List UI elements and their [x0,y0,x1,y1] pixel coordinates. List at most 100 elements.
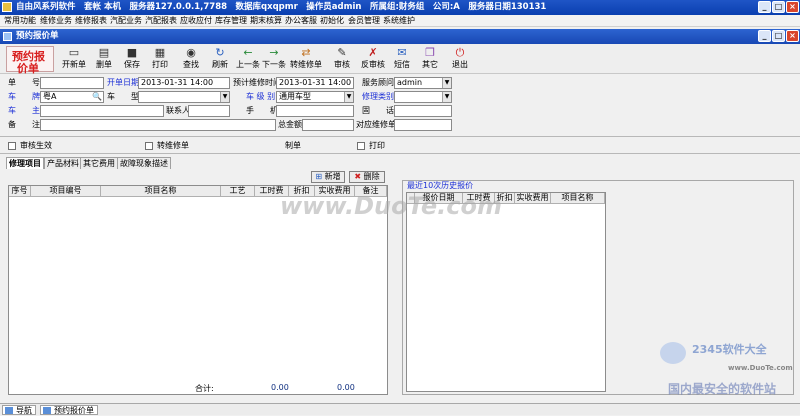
menu-item[interactable]: 库存管理 [215,15,247,27]
toolbar: 预约报 价单 ▭ 开新单 ▤ 删单 ■ 保存 ▦ 打印 ◉ 查找 ↻ 刷新 ← 上一条 → 下一条 ⇄ 转维修单 ✎… [0,44,800,75]
tab-other-fees[interactable]: 其它费用 [80,157,118,169]
chevron-down-icon[interactable]: ▼ [442,78,451,88]
menu-item[interactable]: 维修业务 [40,15,72,27]
toolbar-button[interactable]: ⏻ 退出 [444,46,476,73]
column-header[interactable]: 工艺 [221,186,255,197]
column-header[interactable]: 项目编号 [31,186,101,197]
form-logo: 预约报 价单 [6,46,54,75]
menu-item[interactable]: 系统维护 [383,15,415,27]
history-quote-grid[interactable]: 报价日期 工时费 折扣 实收费用 项目名称 [406,192,606,392]
toolbar-button[interactable]: ✗ 反审核 [357,46,389,73]
print-checkbox[interactable] [357,142,365,150]
phone-label: 固 话 [362,106,394,115]
advisor-select[interactable]: admin ▼ [394,77,452,89]
menu-item[interactable]: 应收应付 [180,15,212,27]
remark-field[interactable] [40,119,276,131]
menu-item[interactable]: 初始化 [320,15,344,27]
status-bar: 导航 预约报价单 [0,403,800,415]
child-maximize-button[interactable]: □ [772,30,785,42]
close-button[interactable]: × [786,1,799,13]
toolbar-button[interactable]: → 下一条 [258,46,290,73]
advisor-label: 服务顾问 [362,78,394,87]
save-icon: ■ [126,46,138,59]
repair-type-select[interactable]: ▼ [394,91,452,103]
contact-label: 联系人 [166,106,190,115]
column-header[interactable]: 实收费用 [515,193,551,204]
child-minimize-button[interactable]: _ [758,30,771,42]
menu-item[interactable]: 常用功能 [4,15,36,27]
watermark-slogan: 国内最安全的软件站 [668,382,777,396]
window-title-bar[interactable]: 自由风系列软件 套帐 本机 服务器127.0.0.1,7788 数据库qxqpm… [0,0,800,15]
transfer-repair-checkbox[interactable] [145,142,153,150]
toolbar-button-label: 开新单 [62,60,86,69]
repair-bill-field[interactable] [394,119,452,131]
print-label: 打印 [369,141,385,150]
approve-effect-label: 审核生效 [20,141,52,150]
plate-label: 车 牌 [8,92,40,101]
approve-effect-checkbox[interactable] [8,142,16,150]
printer-icon: ▦ [154,46,166,59]
search-icon[interactable]: 🔍 [92,92,102,102]
watermark-brand: 2345软件大全 [692,343,767,356]
bill-no-field[interactable] [40,77,104,89]
app-icon [2,2,12,12]
column-header[interactable]: 项目名称 [101,186,221,197]
child-window-title: 预约报价单 [16,31,59,41]
child-window-title-bar[interactable]: 预约报价单 _ □ × [0,29,800,44]
mobile-label: 手 机 [246,106,278,115]
arrow-right-icon: → [269,46,279,59]
add-icon: ⊞ [315,172,323,181]
phone-field[interactable] [394,105,452,117]
toolbar-button[interactable]: ◉ 查找 [175,46,207,73]
statusbar-tab-quote[interactable]: 预约报价单 [40,405,98,415]
other-icon: ❐ [425,46,435,59]
est-repair-field[interactable]: 2013-01-31 14:00 [276,77,354,89]
tab-fault-description[interactable]: 故障现象描述 [117,157,171,169]
new-doc-icon: ▭ [68,46,80,59]
column-header[interactable]: 项目名称 [551,193,605,204]
tab-materials[interactable]: 产品材料 [44,157,82,169]
menu-item[interactable]: 汽配业务 [110,15,142,27]
toolbar-button[interactable]: ▦ 打印 [144,46,176,73]
watermark-url: www.DuoTe.com [728,364,793,372]
open-date-field[interactable]: 2013-01-31 14:00 [138,77,230,89]
mobile-field[interactable] [276,105,354,117]
owner-field[interactable] [40,105,164,117]
menu-item[interactable]: 会员管理 [348,15,380,27]
toolbar-button-label: 打印 [152,60,168,69]
toolbar-button-label: 转维修单 [290,60,322,69]
menu-item[interactable]: 期末核算 [250,15,282,27]
column-header[interactable]: 序号 [9,186,31,197]
chevron-down-icon[interactable]: ▼ [220,92,229,102]
menu-item[interactable]: 维修报表 [75,15,107,27]
total-row-label: 合计: [195,384,214,393]
maximize-button[interactable]: □ [772,1,785,13]
minimize-button[interactable]: _ [758,1,771,13]
est-repair-label: 预计维修时间 [233,78,281,87]
toolbar-button[interactable]: ❐ 其它 [414,46,446,73]
chevron-down-icon[interactable]: ▼ [442,92,451,102]
logo-line2: 价单 [17,62,39,75]
toolbar-button[interactable]: ▭ 开新单 [58,46,90,73]
contact-field[interactable] [188,105,230,117]
nav-icon [5,407,13,414]
menu-bar: 常用功能 维修业务 维修报表 汽配业务 汽配报表 应收应付 库存管理 期末核算 … [0,15,800,27]
document-icon [43,407,51,414]
toolbar-button-label: 审核 [334,60,350,69]
toolbar-button[interactable]: ⇄ 转维修单 [290,46,322,73]
menu-item[interactable]: 汽配报表 [145,15,177,27]
tab-repair-items[interactable]: 修理项目 [6,157,44,169]
model-select[interactable]: ▼ [138,91,230,103]
menu-item[interactable]: 办公客服 [285,15,317,27]
add-row-button[interactable]: ⊞ 新增 [311,171,345,183]
delete-row-button[interactable]: ✖ 删除 [349,171,385,183]
car-level-label: 车 级 别 [246,92,276,101]
car-level-select[interactable]: 通用车型 ▼ [276,91,354,103]
chevron-down-icon[interactable]: ▼ [344,92,353,102]
statusbar-tab-nav[interactable]: 导航 [2,405,36,415]
toolbar-button[interactable]: ✎ 审核 [326,46,358,73]
divider [0,136,800,137]
plate-field[interactable]: 粤A 🔍 [40,91,104,103]
total-field[interactable] [302,119,354,131]
child-close-button[interactable]: × [786,30,799,42]
